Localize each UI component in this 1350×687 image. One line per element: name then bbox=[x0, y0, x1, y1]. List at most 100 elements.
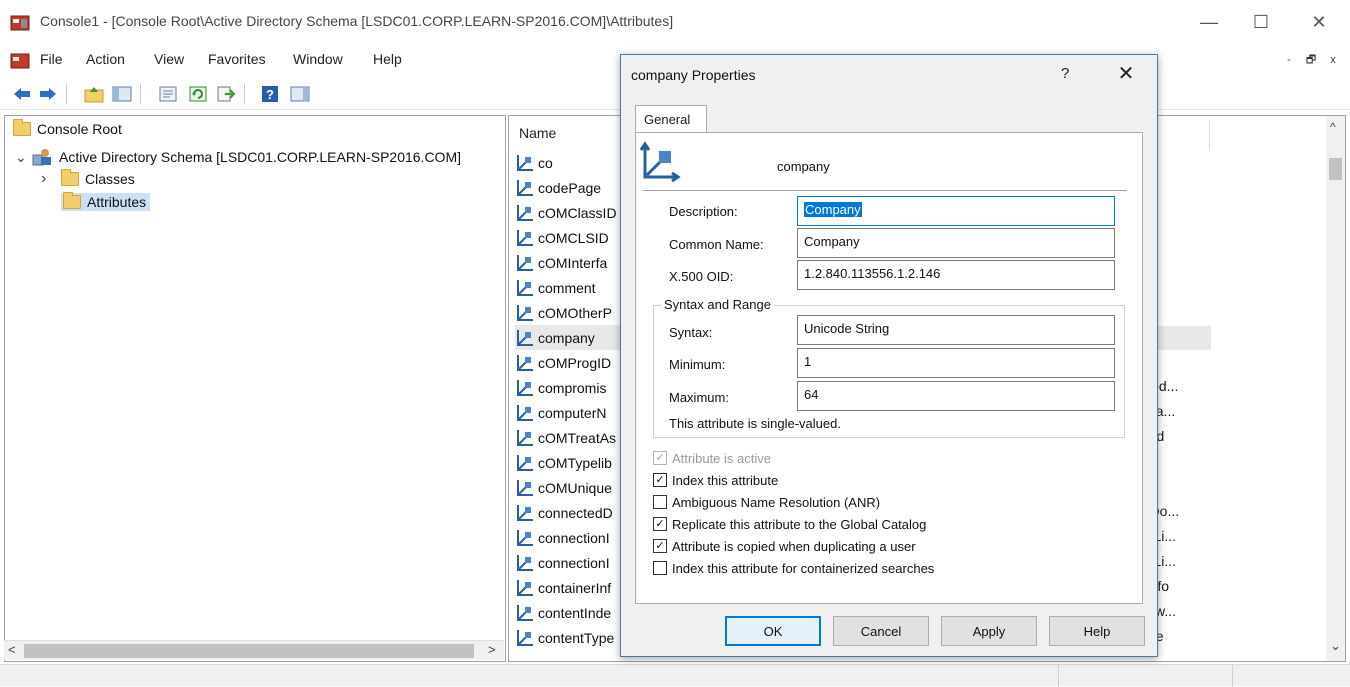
checkbox-option[interactable]: ✓ Attribute is copied when duplicating a … bbox=[653, 535, 934, 557]
list-item-attribute[interactable]: connectionI bbox=[515, 525, 625, 550]
list-item-attribute[interactable]: cOMTreatAs bbox=[515, 425, 625, 450]
tree-horizontal-scrollbar[interactable]: < > bbox=[4, 640, 504, 660]
checkbox[interactable] bbox=[653, 495, 667, 509]
mdi-minimize-button[interactable]: - bbox=[1280, 52, 1298, 68]
list-item-attribute[interactable]: cOMTypelib bbox=[515, 450, 625, 475]
minimize-button[interactable]: — bbox=[1186, 8, 1232, 36]
list-item-attribute[interactable]: cOMProgID bbox=[515, 350, 625, 375]
attribute-options: ✓ Attribute is active ✓ Index this attribut… bbox=[653, 447, 934, 579]
console-tree-pane[interactable]: Console Root ⌄ Active Directory Schema [… bbox=[4, 115, 506, 662]
up-folder-icon[interactable] bbox=[82, 82, 106, 106]
list-item-attribute[interactable]: codePage bbox=[515, 175, 625, 200]
properties-icon[interactable] bbox=[156, 82, 180, 106]
maximize-button[interactable]: ☐ bbox=[1238, 8, 1284, 36]
apply-button[interactable]: Apply bbox=[941, 616, 1037, 646]
checkbox-option[interactable]: ✓ Index this attribute bbox=[653, 469, 934, 491]
attribute-name: codePage bbox=[538, 179, 602, 196]
list-item-attribute[interactable]: cOMUnique bbox=[515, 475, 625, 500]
common-name-field[interactable]: Company bbox=[797, 228, 1115, 258]
scroll-thumb[interactable] bbox=[24, 644, 474, 658]
attribute-icon bbox=[517, 554, 533, 571]
attribute-name: cOMTypelib bbox=[538, 454, 612, 471]
list-item-attribute[interactable]: containerInf bbox=[515, 575, 625, 600]
checkbox-option[interactable]: ✓ Replicate this attribute to the Global … bbox=[653, 513, 934, 535]
expand-collapsed-icon[interactable]: › bbox=[41, 170, 61, 188]
menu-favorites[interactable]: Favorites bbox=[208, 51, 266, 67]
selected-text: Company bbox=[804, 202, 862, 217]
list-item-attribute[interactable]: company bbox=[515, 325, 625, 350]
list-item-attribute[interactable]: co bbox=[515, 150, 625, 175]
status-divider bbox=[1232, 665, 1233, 687]
list-item-attribute[interactable]: comment bbox=[515, 275, 625, 300]
list-item-attribute[interactable]: cOMInterfa bbox=[515, 250, 625, 275]
maximum-field[interactable]: 64 bbox=[797, 381, 1115, 411]
attribute-icon bbox=[517, 154, 533, 171]
attribute-icon bbox=[517, 479, 533, 496]
list-item-attribute[interactable]: cOMCLSID bbox=[515, 225, 625, 250]
tree-item-attributes[interactable]: Attributes bbox=[61, 192, 151, 211]
cancel-button[interactable]: Cancel bbox=[833, 616, 929, 646]
menu-window[interactable]: Window bbox=[293, 51, 343, 67]
forward-arrow-icon[interactable] bbox=[36, 82, 60, 106]
list-item-attribute[interactable]: compromis bbox=[515, 375, 625, 400]
menu-action[interactable]: Action bbox=[86, 51, 125, 67]
checkbox[interactable] bbox=[653, 561, 667, 575]
attribute-icon bbox=[517, 279, 533, 296]
checkbox[interactable]: ✓ bbox=[653, 539, 667, 553]
list-item-attribute[interactable]: contentType bbox=[515, 625, 625, 650]
list-item-attribute[interactable]: contentInde bbox=[515, 600, 625, 625]
list-item-attribute[interactable]: computerN bbox=[515, 400, 625, 425]
list-vertical-scrollbar[interactable]: ^ ⌄ bbox=[1326, 116, 1345, 661]
show-hide-tree-icon[interactable] bbox=[110, 82, 134, 106]
attribute-name: company bbox=[538, 329, 595, 346]
export-list-icon[interactable] bbox=[214, 82, 238, 106]
checkbox[interactable]: ✓ bbox=[653, 473, 667, 487]
window-title: Console1 - [Console Root\Active Director… bbox=[40, 13, 674, 29]
description-field[interactable]: Company bbox=[797, 196, 1115, 226]
attribute-icon bbox=[517, 529, 533, 546]
dialog-help-button[interactable]: ? bbox=[1061, 65, 1069, 82]
list-item-attribute[interactable]: cOMClassID bbox=[515, 200, 625, 225]
tree-item-classes[interactable]: › Classes bbox=[41, 169, 135, 188]
ok-button[interactable]: OK bbox=[725, 616, 821, 646]
expand-open-icon[interactable]: ⌄ bbox=[15, 149, 31, 166]
checkbox[interactable]: ✓ bbox=[653, 517, 667, 531]
minimum-field[interactable]: 1 bbox=[797, 348, 1115, 378]
menu-help[interactable]: Help bbox=[373, 51, 402, 67]
tree-item-label: Console Root bbox=[37, 121, 122, 137]
list-item-attribute[interactable]: connectionI bbox=[515, 550, 625, 575]
help-icon[interactable]: ? bbox=[258, 82, 282, 106]
scroll-left-button[interactable]: < bbox=[8, 642, 16, 657]
mdi-restore-button[interactable]: 🗗 bbox=[1302, 52, 1320, 68]
dialog-close-button[interactable]: ✕ bbox=[1114, 61, 1138, 85]
help-button[interactable]: Help bbox=[1049, 616, 1145, 646]
syntax-field[interactable]: Unicode String bbox=[797, 315, 1115, 345]
attribute-icon bbox=[517, 579, 533, 596]
scroll-down-button[interactable]: ⌄ bbox=[1330, 638, 1341, 654]
tree-item-schema[interactable]: ⌄ Active Directory Schema [LSDC01.CORP.L… bbox=[15, 147, 461, 167]
checkbox-option[interactable]: Ambiguous Name Resolution (ANR) bbox=[653, 491, 934, 513]
menu-file[interactable]: File bbox=[40, 51, 63, 67]
scroll-right-button[interactable]: > bbox=[488, 642, 496, 657]
attribute-icon bbox=[517, 629, 533, 646]
tab-general[interactable]: General bbox=[635, 105, 707, 133]
svg-text:?: ? bbox=[266, 87, 274, 102]
tree-item-console-root[interactable]: Console Root bbox=[13, 119, 122, 137]
show-hide-action-pane-icon[interactable] bbox=[288, 82, 312, 106]
menu-view[interactable]: View bbox=[154, 51, 184, 67]
scroll-up-button[interactable]: ^ bbox=[1330, 120, 1336, 134]
scroll-thumb[interactable] bbox=[1329, 158, 1342, 180]
attribute-icon bbox=[517, 404, 533, 421]
refresh-icon[interactable] bbox=[186, 82, 210, 106]
column-header-name[interactable]: Name bbox=[519, 125, 556, 141]
mdi-close-button[interactable]: x bbox=[1324, 52, 1342, 68]
list-item-attribute[interactable]: cOMOtherP bbox=[515, 300, 625, 325]
back-arrow-icon[interactable] bbox=[10, 82, 34, 106]
column-divider[interactable] bbox=[1209, 120, 1210, 150]
list-item-attribute[interactable]: connectedD bbox=[515, 500, 625, 525]
checkbox-option[interactable]: Index this attribute for containerized s… bbox=[653, 557, 934, 579]
oid-field[interactable]: 1.2.840.113556.1.2.146 bbox=[797, 260, 1115, 290]
mmc-menu-icon[interactable] bbox=[10, 51, 30, 69]
close-button[interactable]: ✕ bbox=[1296, 8, 1342, 36]
attribute-name: comment bbox=[538, 279, 596, 296]
